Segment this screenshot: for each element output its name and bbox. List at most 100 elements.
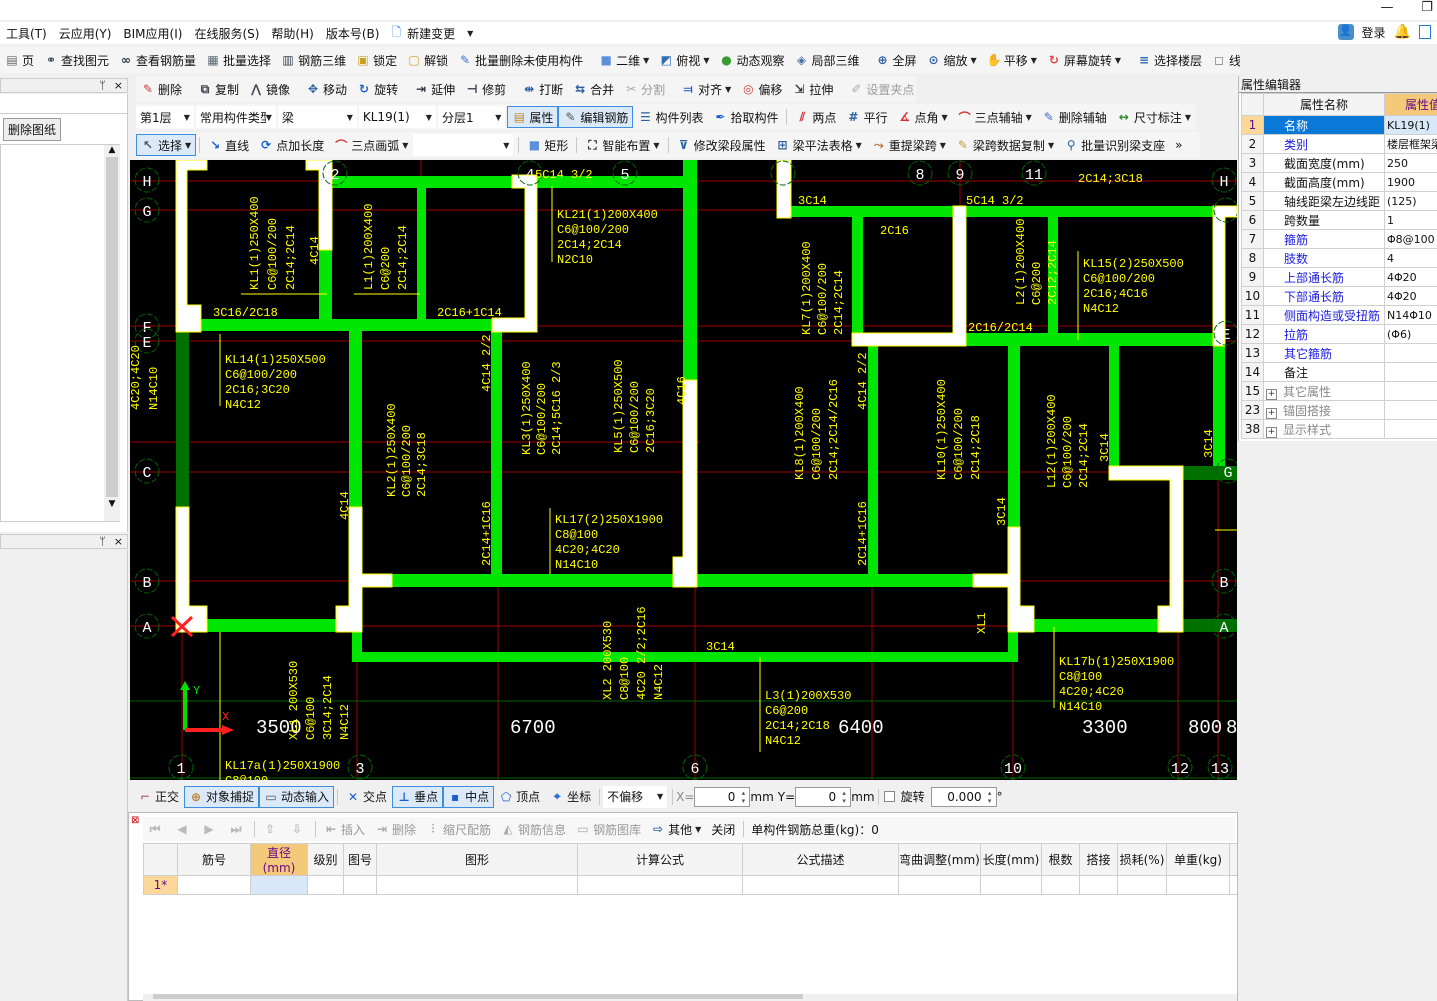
- property-value[interactable]: N14Φ10: [1384, 305, 1437, 325]
- rebar-library-button[interactable]: ▭ 钢筋图库: [571, 818, 646, 840]
- property-row[interactable]: 15 + 其它属性: [1241, 381, 1437, 401]
- rectangle-button[interactable]: ■ 矩形: [522, 134, 573, 156]
- page-button[interactable]: ▤ 页: [0, 49, 39, 71]
- move-down-button[interactable]: ⇩: [285, 818, 312, 840]
- close-icon[interactable]: ×: [114, 79, 123, 92]
- menu-item[interactable]: 版本号(B): [326, 25, 380, 42]
- column-header[interactable]: 单重(kg): [1166, 843, 1230, 876]
- selector-dropdown[interactable]: 分层1 ▼: [437, 106, 506, 128]
- property-value[interactable]: [1384, 381, 1437, 401]
- stretch-button[interactable]: ⇲ 拉伸: [787, 78, 838, 100]
- two-point-axis-button[interactable]: ⫽ 两点: [790, 106, 841, 128]
- property-value[interactable]: 4Φ20: [1384, 267, 1437, 287]
- column-header[interactable]: 计算公式: [577, 843, 743, 876]
- grid-cell[interactable]: [250, 875, 308, 895]
- grid-cell[interactable]: [1041, 875, 1080, 895]
- property-row[interactable]: 11 侧面构造或受扭筋 N14Φ10: [1241, 305, 1437, 325]
- property-value[interactable]: [1384, 343, 1437, 363]
- fullscreen-button[interactable]: ⊕ 全屏: [871, 49, 922, 71]
- rebar-3d-button[interactable]: ▥ 钢筋三维: [276, 49, 351, 71]
- column-header[interactable]: 搭接: [1079, 843, 1118, 876]
- y-input[interactable]: 0: [795, 786, 852, 807]
- property-value[interactable]: 1: [1384, 210, 1437, 230]
- selector-dropdown[interactable]: KL19(1) ▼: [358, 106, 436, 128]
- offset-button[interactable]: ◎ 偏移: [736, 78, 787, 100]
- property-row[interactable]: 13 其它箍筋: [1241, 343, 1437, 363]
- prev-button[interactable]: ◀: [170, 818, 197, 840]
- table-row[interactable]: 1*: [143, 875, 1237, 895]
- scrollbar[interactable]: ▲ ▼: [104, 145, 120, 521]
- grid-cell[interactable]: [742, 875, 899, 895]
- midpoint-button[interactable]: ▪ 中点: [443, 785, 495, 808]
- column-header[interactable]: 直径(mm): [250, 843, 308, 876]
- delete-axis-button[interactable]: ✎ 删除辅轴: [1037, 106, 1112, 128]
- parallel-axis-button[interactable]: # 平行: [841, 106, 892, 128]
- identify-support-button[interactable]: ⚲ 批量识别梁支座: [1059, 134, 1170, 156]
- property-row[interactable]: 10 下部通长筋 4Φ20: [1241, 286, 1437, 306]
- property-value[interactable]: (Φ6): [1384, 324, 1437, 344]
- three-point-axis-button[interactable]: ⌒ 三点辅轴 ▼: [953, 106, 1037, 128]
- rotate-checkbox[interactable]: [883, 791, 895, 802]
- x-input[interactable]: 0: [694, 786, 751, 807]
- pan-hand-button[interactable]: ✋ 平移 ▼: [982, 49, 1042, 71]
- move-button[interactable]: ✥ 移动: [301, 78, 352, 100]
- close-icon[interactable]: ×: [114, 535, 123, 548]
- ortho-button[interactable]: ⌐ 正交: [133, 786, 184, 808]
- column-header[interactable]: 弯曲调整(mm): [898, 843, 981, 876]
- property-row[interactable]: 6 跨数量 1: [1241, 210, 1437, 230]
- arc-button[interactable]: ⌒ 三点画弧 ▼: [329, 134, 413, 156]
- grid-cell[interactable]: [1117, 875, 1167, 895]
- object-snap-button[interactable]: ⊕ 对象捕捉: [184, 785, 260, 808]
- trim-button[interactable]: ⊣ 修剪: [460, 78, 511, 100]
- 2d-view-button[interactable]: ■ 二维 ▼: [594, 49, 654, 71]
- unlock-button[interactable]: ▢ 解锁: [402, 49, 453, 71]
- column-header[interactable]: 长度(mm): [980, 843, 1042, 876]
- last-button[interactable]: ⏭: [224, 818, 251, 840]
- delete-button[interactable]: ✎ 删除: [136, 78, 187, 100]
- property-value[interactable]: 4: [1384, 248, 1437, 268]
- selector-dropdown[interactable]: 常用构件类型 ▼: [195, 106, 276, 128]
- selector-dropdown[interactable]: 第1层 ▼: [136, 106, 194, 128]
- eyedropper-button[interactable]: ✒ 拾取构件: [708, 106, 783, 128]
- lock-button[interactable]: ▣ 锁定: [351, 49, 402, 71]
- menu-item[interactable]: 工具(T): [6, 25, 47, 42]
- expand-icon[interactable]: +: [1266, 426, 1277, 438]
- column-header[interactable]: 级别: [307, 843, 344, 876]
- column-header[interactable]: 筋号: [177, 843, 251, 876]
- insert-button[interactable]: ⇤ 插入: [319, 818, 370, 840]
- dynamic-input-button[interactable]: ▭ 动态输入: [259, 785, 335, 808]
- grid-cell[interactable]: [1079, 875, 1118, 895]
- perpendicular-button[interactable]: ⊥ 垂点: [392, 785, 444, 808]
- restore-icon[interactable]: ❐: [1417, 0, 1437, 18]
- other-button[interactable]: ⇨ 其他 ▼: [646, 818, 706, 840]
- property-row[interactable]: 4 截面高度(mm) 1900: [1241, 172, 1437, 192]
- more-button[interactable]: »: [1170, 134, 1187, 156]
- edit-rebar-button[interactable]: ✎ 编辑钢筋: [558, 106, 634, 128]
- column-header[interactable]: 图形: [376, 843, 578, 876]
- local-3d-button[interactable]: ◈ 局部三维: [789, 49, 864, 71]
- rotate-button[interactable]: ↻ 旋转: [352, 78, 403, 100]
- more-icon[interactable]: [1419, 25, 1431, 39]
- vertex-button[interactable]: ⬠ 顶点: [494, 786, 545, 808]
- chevron-down-icon[interactable]: ▼: [467, 29, 473, 38]
- cursor-button[interactable]: ↖ 选择 ▼: [136, 134, 197, 156]
- glasses-button[interactable]: ∞ 查看钢筋量: [114, 49, 201, 71]
- menu-item[interactable]: BIM应用(I): [123, 25, 182, 42]
- grid-cell[interactable]: [898, 875, 981, 895]
- extend-button[interactable]: ⇥ 延伸: [409, 78, 460, 100]
- property-row[interactable]: 38 + 显示样式: [1241, 419, 1437, 439]
- point-length-button[interactable]: ⟳ 点加长度: [254, 134, 329, 156]
- property-value[interactable]: [1384, 419, 1437, 439]
- broom-button[interactable]: ✎ 批量删除未使用构件: [453, 49, 588, 71]
- modify-beam-button[interactable]: ⊽ 修改梁段属性: [672, 134, 771, 156]
- beams[interactable]: [176, 160, 1237, 662]
- delete-row-button[interactable]: ⇥ 删除: [370, 818, 421, 840]
- property-row[interactable]: 2 类别 楼层框架梁: [1241, 134, 1437, 154]
- merge-button[interactable]: ⇆ 合并: [568, 78, 619, 100]
- select-floor-button[interactable]: ≡ 选择楼层: [1132, 49, 1207, 71]
- property-value[interactable]: Φ8@100: [1384, 229, 1437, 249]
- grid-cell[interactable]: [177, 875, 251, 895]
- column-header[interactable]: 公式描述: [742, 843, 899, 876]
- copy-button[interactable]: ⧉ 复制: [193, 78, 244, 100]
- property-value[interactable]: 4Φ20: [1384, 286, 1437, 306]
